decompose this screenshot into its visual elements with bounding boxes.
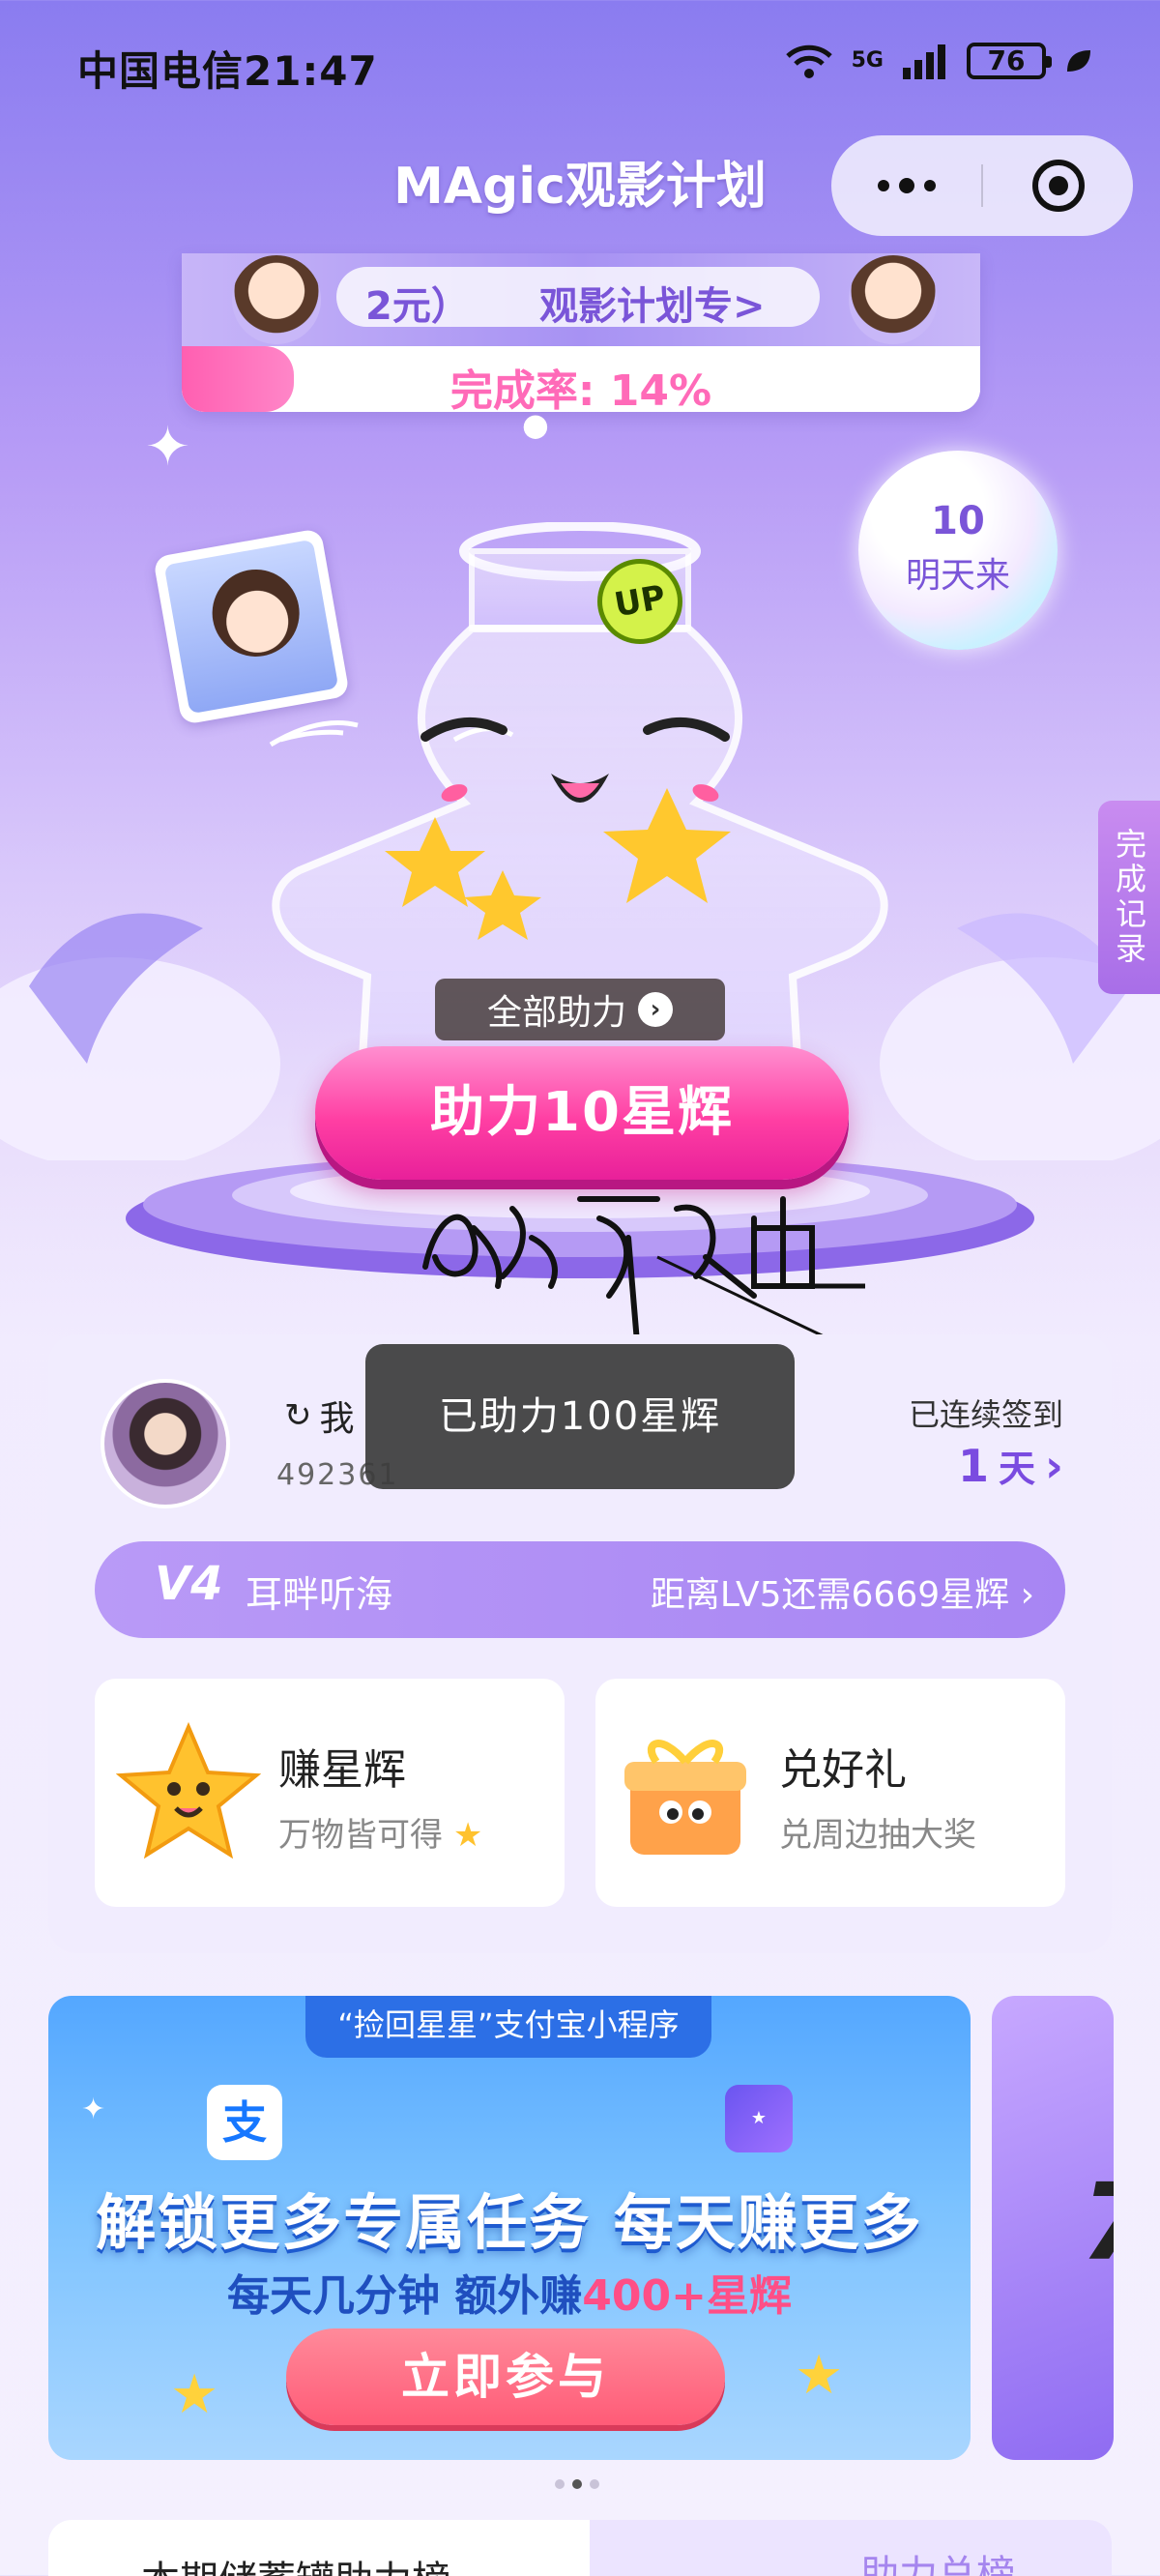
sparkle-icon: ✦	[81, 2093, 106, 2126]
all-assist-label: 全部助力	[486, 993, 626, 1033]
idol-card-image	[163, 539, 339, 715]
user-name-row[interactable]: ↻ 我	[284, 1390, 355, 1441]
mini-program-capsule	[831, 135, 1133, 236]
carousel-dot[interactable]	[555, 2479, 565, 2489]
chibi-avatar-right	[849, 255, 938, 344]
user-name: 我	[319, 1399, 355, 1439]
alipay-icon: 支	[207, 2085, 282, 2160]
streak-label: 已连续签到	[908, 1396, 1063, 1433]
next-banner-text: 7	[1081, 2160, 1114, 2284]
star-icon: ★	[795, 2344, 844, 2407]
arrow-right-icon: ›	[638, 992, 673, 1027]
leaf-icon	[1063, 46, 1092, 75]
banner-tab: “捡回星星”支付宝小程序	[305, 1996, 711, 2058]
star-mascot-icon	[116, 1721, 261, 1859]
battery-icon: 76	[967, 43, 1052, 79]
redeem-gifts-subtitle: 兑周边抽大奖	[779, 1816, 976, 1855]
next-carousel-banner[interactable]: 7	[992, 1996, 1114, 2460]
earn-stars-card[interactable]: 赚星辉 万物皆可得 ★	[95, 1679, 565, 1907]
sparkle-icon: ●	[522, 406, 549, 443]
more-dot-icon	[877, 180, 889, 191]
chevron-right-icon: ›	[1020, 1575, 1034, 1615]
promo-card[interactable]: 2元） 观影计划专> 完成率: 14%	[182, 253, 980, 412]
gift-box-icon	[624, 1740, 746, 1855]
earn-stars-subtitle-text: 万物皆可得	[278, 1816, 443, 1855]
completion-rate: 完成率: 14%	[450, 366, 712, 412]
chevron-right-icon: ›	[1045, 1439, 1063, 1492]
idol-face	[205, 562, 306, 664]
tab-total-leaderboard[interactable]: 助力总榜	[860, 2543, 1015, 2576]
more-button[interactable]	[831, 135, 981, 236]
banner-subline-highlight: 400+星辉	[582, 2271, 793, 2321]
earn-stars-title: 赚星辉	[278, 1745, 406, 1795]
completion-progress: 完成率: 14%	[182, 346, 980, 412]
earn-stars-subtitle: 万物皆可得 ★	[278, 1808, 482, 1856]
carousel-dot[interactable]	[590, 2479, 599, 2489]
streak-days: 1	[958, 1439, 990, 1492]
target-icon	[1031, 160, 1085, 212]
all-assist-button[interactable]: 全部助力 ›	[435, 979, 725, 1040]
carrier-time: 中国电信21:47	[77, 47, 378, 95]
leaderboard-card: 本期储蓄罐助力榜 助力总榜	[48, 2520, 1112, 2576]
status-bar: 中国电信21:47 5G 76	[0, 0, 1160, 135]
banner-subline: 每天几分钟 额外赚400+星辉	[48, 2261, 971, 2323]
level-badge: V4	[155, 1557, 223, 1611]
banner-subline-prefix: 每天几分钟 额外赚	[226, 2271, 583, 2321]
more-dot-icon	[923, 180, 936, 191]
promo-pill-right-text: 观影计划专>	[539, 284, 766, 329]
chibi-avatar-left	[232, 255, 321, 344]
star-icon: ★	[452, 1816, 483, 1855]
streak-unit: 天	[999, 1448, 1036, 1490]
mini-program-logo: ★	[725, 2085, 793, 2152]
level-name: 耳畔听海	[246, 1573, 393, 1616]
redeem-gifts-title: 兑好礼	[779, 1745, 907, 1795]
more-dot-icon	[898, 178, 914, 193]
tab-current-leaderboard[interactable]: 本期储蓄罐助力榜	[141, 2549, 450, 2576]
leaderboard-tab-bg	[590, 2520, 1112, 2576]
close-mini-program-button[interactable]	[983, 160, 1133, 212]
star-icon: ★	[170, 2363, 219, 2426]
signature-watermark	[422, 1196, 865, 1354]
refresh-icon: ↻	[284, 1396, 312, 1435]
join-now-button[interactable]: 立即参与	[286, 2328, 725, 2425]
network-type: 5G	[851, 48, 884, 73]
status-icons: 5G 76	[784, 43, 1092, 79]
level-next-text: 距离LV5还需6669星辉	[650, 1575, 1010, 1615]
carousel-dot-active[interactable]	[572, 2479, 582, 2489]
promo-strip: 2元） 观影计划专>	[182, 253, 980, 346]
sparkle-icon: ✦	[145, 416, 190, 479]
level-next-progress: 距离LV5还需6669星辉 ›	[651, 1566, 1034, 1617]
banner-headline: 解锁更多专属任务 每天赚更多	[96, 2187, 923, 2258]
completion-record-tab[interactable]: 完成记录	[1098, 801, 1160, 994]
idol-card-sticker	[153, 528, 350, 725]
wifi-icon	[784, 43, 834, 79]
promo-pill-left-text: 2元）	[365, 284, 470, 329]
avatar[interactable]	[101, 1379, 230, 1508]
carousel-banner[interactable]: “捡回星星”支付宝小程序 支 ★ ✦ 解锁更多专属任务 每天赚更多 每天几分钟 …	[48, 1996, 971, 2460]
carousel-dots	[555, 2479, 599, 2489]
redeem-gifts-card[interactable]: 兑好礼 兑周边抽大奖	[595, 1679, 1065, 1907]
signal-icon	[901, 43, 949, 79]
toast-message: 已助力100星辉	[365, 1344, 795, 1489]
streak-value[interactable]: 1 天 ›	[958, 1439, 1063, 1492]
